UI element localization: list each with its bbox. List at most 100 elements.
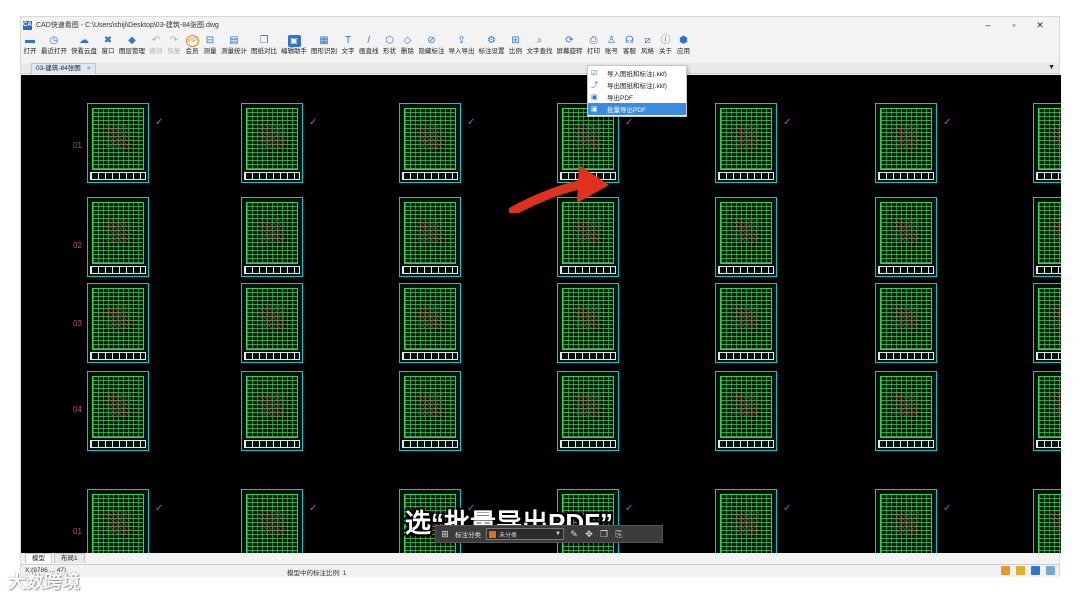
- toolbar-label: 屏幕旋转: [556, 48, 583, 55]
- close-window-button[interactable]: ✕: [1027, 17, 1053, 33]
- toolbar-button-apps[interactable]: ⬢ 应用: [677, 35, 691, 56]
- toolbar-button-headset[interactable]: ☊ 客服: [623, 35, 637, 56]
- close-tab-icon[interactable]: ×: [87, 64, 91, 74]
- document-tab[interactable]: 03-建筑-84张图 ×: [31, 63, 96, 74]
- toolbar-button-undo[interactable]: ↶ 撤消: [149, 35, 163, 56]
- menu-item-export-kkf[interactable]: ⤴ 导出图纸和标注(.kkf): [588, 79, 686, 91]
- drawing-sheet: [241, 283, 303, 363]
- drawing-sheet: [557, 283, 619, 363]
- floor-plan: [246, 288, 298, 350]
- compare-icon: ❐: [259, 35, 269, 46]
- toolbar-button-measure[interactable]: ⊟ 测量: [203, 35, 217, 56]
- floor-plan: [562, 376, 614, 438]
- toolbar-button-vip[interactable]: VIP 会员: [185, 35, 199, 56]
- toolbar-label: 客服: [623, 48, 636, 55]
- toolbar-button-account[interactable]: ♙ 账号: [605, 35, 619, 56]
- annotation-category-label: 标注分类: [455, 532, 481, 539]
- minimize-button[interactable]: –: [975, 17, 1001, 33]
- drawing-sheet: [715, 103, 777, 183]
- info-icon: ⓘ: [660, 35, 671, 46]
- title-block: [718, 266, 774, 274]
- drawing-sheet: [399, 283, 461, 363]
- title-block: [560, 440, 616, 448]
- edit-icon[interactable]: ✎: [569, 529, 579, 540]
- layout-mode-icon[interactable]: [1046, 566, 1055, 575]
- color-mode-icon[interactable]: [1031, 566, 1040, 575]
- toolbar-button-import-export[interactable]: ⇪ 导入导出: [449, 35, 475, 56]
- toolbar-button-assistant[interactable]: ▣ 编辑助手: [281, 35, 307, 56]
- toolbar-button-hide[interactable]: ⊘ 隐藏标注: [419, 35, 445, 56]
- toolbar-button-eraser[interactable]: ◇ 删除: [401, 35, 415, 56]
- title-block: [90, 440, 146, 448]
- menu-item-export-pdf[interactable]: ▣ 导出PDF: [588, 91, 686, 103]
- floor-plan: [880, 288, 932, 350]
- toolbar-button-window[interactable]: ✖ 窗口: [101, 35, 115, 56]
- toolbar-button-folder[interactable]: ▬ 打开: [23, 35, 37, 56]
- title-block: [878, 172, 934, 180]
- move-icon[interactable]: ✥: [584, 529, 594, 540]
- annotation-category-value: 未分类: [499, 532, 518, 539]
- drawing-sheet: [715, 489, 777, 553]
- toolbar-button-recognize[interactable]: ▦ 图形识别: [311, 35, 337, 56]
- title-bar: CAD CAD快速看图 - C:\Users\shiji\Desktop\03-…: [21, 17, 1059, 33]
- toolbar-label: 关于: [659, 48, 672, 55]
- toolbar-button-style[interactable]: ⧄ 风格: [641, 35, 655, 56]
- apps-icon: ⬢: [679, 35, 688, 46]
- drawing-canvas[interactable]: 01 02 03 04 01 ✓✓✓✓✓✓✓✓✓✓✓✓✓✓: [21, 75, 1061, 553]
- toolbar-label: 文字: [341, 48, 355, 55]
- floor-plan: [720, 108, 772, 170]
- toolbar-button-shape[interactable]: ⬡ 形状: [383, 35, 397, 56]
- toolbar-button-line[interactable]: / 画直线: [359, 35, 379, 56]
- toolbar-button-text[interactable]: T 文字: [341, 35, 355, 56]
- toolbar-button-layers[interactable]: ◆ 图层管理: [119, 35, 145, 56]
- ortho-icon[interactable]: [1016, 566, 1025, 575]
- toolbar-button-print[interactable]: ⎙ 打印: [587, 35, 601, 56]
- category-color-swatch: [489, 530, 496, 538]
- headset-icon: ☊: [625, 35, 634, 46]
- history-icon: ◷: [49, 35, 59, 46]
- toolbar-button-compare[interactable]: ❐ 图纸对比: [251, 35, 277, 56]
- floor-plan: [1038, 108, 1061, 170]
- menu-item-batch-export-pdf[interactable]: ▣ 批量导出PDF: [588, 103, 686, 115]
- toolbar-button-redo[interactable]: ↷ 恢复: [167, 35, 181, 56]
- toolbar-button-measure-stats[interactable]: ▤ 测量统计: [221, 35, 247, 56]
- toolbar-button-annot-settings[interactable]: ⚙ 标注设置: [479, 35, 505, 56]
- toolbar-button-text-search[interactable]: ⌕ 文字查找: [527, 35, 553, 56]
- floor-plan: [404, 108, 456, 170]
- tab-layout1[interactable]: 布局1: [54, 553, 85, 563]
- title-block: [90, 266, 146, 274]
- annot-settings-icon: ⚙: [487, 35, 496, 46]
- toolbar-button-ratio[interactable]: ⊞ 比例: [509, 35, 523, 56]
- undo-icon: ↶: [151, 35, 161, 46]
- assistant-icon: ▣: [287, 35, 301, 47]
- measure-icon: ⊟: [205, 35, 215, 46]
- toolbar-button-history[interactable]: ◷ 最近打开: [41, 35, 67, 56]
- line-icon: /: [367, 35, 371, 46]
- drawing-sheet: [1033, 197, 1061, 277]
- annotation-category-select[interactable]: 未分类 ▼: [486, 528, 564, 540]
- row-number-label: 02: [73, 241, 82, 250]
- tab-list-dropdown-icon[interactable]: ▼: [1048, 64, 1055, 71]
- grid-icon[interactable]: ⊞: [440, 529, 450, 540]
- toolbar-label: 比例: [509, 48, 522, 55]
- floor-plan: [880, 108, 932, 170]
- toolbar-button-screen-rotate[interactable]: ⟳ 屏幕旋转: [557, 35, 583, 56]
- floor-plan: [92, 108, 144, 170]
- tab-model[interactable]: 模型: [25, 553, 52, 563]
- toolbar-button-info[interactable]: ⓘ 关于: [659, 35, 673, 56]
- ratio-icon: ⊞: [511, 35, 520, 46]
- title-block: [1036, 352, 1061, 360]
- toolbar-label: 风格: [641, 48, 654, 55]
- title-block: [1036, 172, 1061, 180]
- text-search-icon: ⌕: [536, 35, 543, 46]
- menu-item-import-kkf[interactable]: ☑ 导入图纸和标注(.kkf): [588, 67, 686, 79]
- drawing-sheet: [875, 283, 937, 363]
- toolbar-button-cloud[interactable]: ☁ 快看云盘: [71, 35, 97, 56]
- restore-button[interactable]: ▫: [1001, 17, 1027, 33]
- copy-icon[interactable]: ❐: [599, 529, 609, 540]
- title-block: [90, 172, 146, 180]
- snap-icon[interactable]: [1001, 566, 1010, 575]
- floor-plan: [720, 376, 772, 438]
- paste-icon[interactable]: ⎘: [614, 529, 624, 540]
- floor-plan: [92, 376, 144, 438]
